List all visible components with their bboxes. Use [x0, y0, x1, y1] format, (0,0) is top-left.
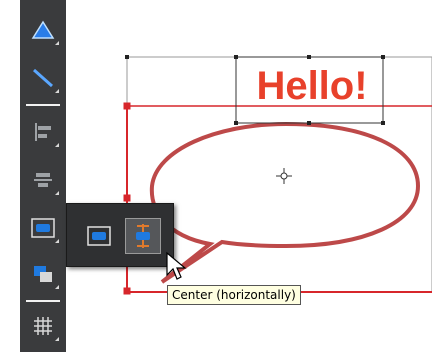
flyout-indicator-icon: [55, 89, 59, 93]
flyout-indicator-icon: [55, 239, 59, 243]
mouse-cursor-icon: [166, 251, 187, 280]
line-tool-button[interactable]: [24, 60, 62, 96]
arrange-icon: [34, 266, 52, 282]
speech-bubble-shape: [149, 121, 421, 284]
flyout-indicator-icon: [55, 143, 59, 147]
flyout-indicator-icon: [55, 285, 59, 289]
vertical-toolbar: [20, 0, 66, 352]
align-left-icon: [35, 123, 51, 141]
line-icon: [33, 68, 53, 88]
grid-icon: [34, 317, 52, 335]
grid-tool-button[interactable]: [24, 308, 62, 344]
center-horizontally-icon: [31, 218, 55, 238]
center-horizontally-button[interactable]: [125, 218, 161, 254]
align-center-tool-button[interactable]: [24, 162, 62, 198]
center-vertically-button[interactable]: [81, 218, 117, 254]
hello-text-object[interactable]: Hello!: [242, 56, 382, 116]
toolbar-separator: [26, 300, 60, 302]
center-vertically-icon: [87, 226, 111, 246]
alignment-flyout: [66, 203, 174, 267]
triangle-tool-button[interactable]: [24, 12, 62, 48]
center-horizontally-icon: [136, 224, 150, 248]
flyout-indicator-icon: [55, 337, 59, 341]
toolbar-separator: [26, 104, 60, 106]
arrange-tool-button[interactable]: [24, 256, 62, 292]
center-horizontally-tool-button[interactable]: [24, 210, 62, 246]
tooltip: Center (horizontally): [167, 285, 301, 305]
flyout-indicator-icon: [55, 191, 59, 195]
flyout-indicator-icon: [55, 41, 59, 45]
align-left-tool-button[interactable]: [24, 114, 62, 150]
align-center-icon: [34, 173, 52, 187]
triangle-icon: [31, 20, 55, 39]
